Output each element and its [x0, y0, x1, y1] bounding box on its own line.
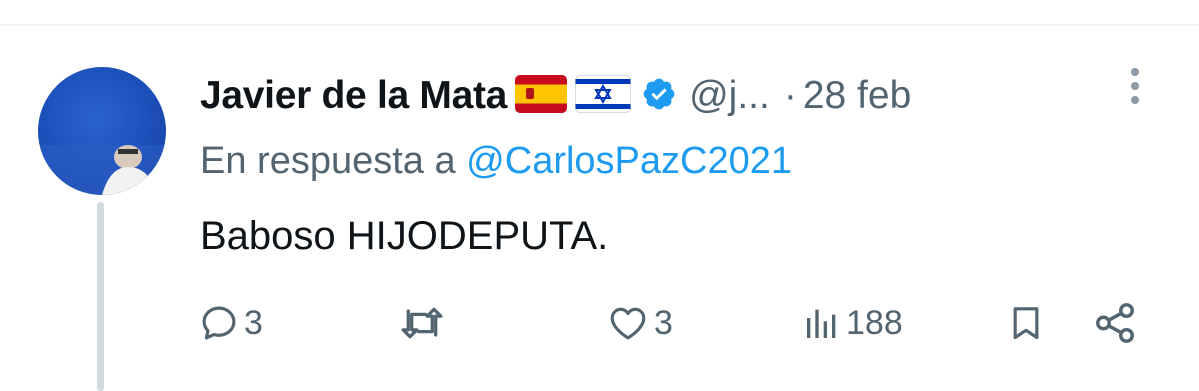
reply-button[interactable]: 3 [198, 297, 263, 349]
tweet-header: Javier de la Mata @j... · 28 feb [200, 66, 911, 126]
retweet-icon [398, 302, 446, 344]
reply-icon [198, 302, 240, 344]
like-count: 3 [654, 303, 673, 342]
reply-mention-link[interactable]: @CarlosPazC2021 [466, 140, 792, 182]
flag-spain-icon [515, 74, 568, 118]
views-icon [802, 303, 842, 343]
like-icon [606, 302, 650, 344]
more-vertical-icon[interactable] [1124, 66, 1146, 110]
avatar-photo [38, 145, 166, 195]
tweet-text: Baboso HIJODEPUTA. [200, 214, 609, 258]
tweet-date[interactable]: 28 feb [803, 74, 911, 118]
share-button[interactable] [1092, 297, 1138, 349]
bookmark-icon [1006, 301, 1046, 345]
separator-dot: · [783, 74, 797, 117]
verified-badge-icon[interactable] [641, 76, 677, 117]
reply-count: 3 [244, 303, 263, 342]
reply-prefix: En respuesta a [200, 140, 456, 182]
retweet-button[interactable] [398, 297, 450, 349]
views-count: 188 [846, 303, 903, 342]
author-name[interactable]: Javier de la Mata [200, 74, 507, 118]
bookmark-button[interactable] [1006, 297, 1046, 349]
reply-context: En respuesta a @CarlosPazC2021 [200, 140, 792, 183]
share-icon [1092, 300, 1138, 346]
author-handle[interactable]: @j... [689, 74, 770, 118]
thread-line [97, 202, 104, 391]
like-button[interactable]: 3 [606, 297, 673, 349]
avatar[interactable] [38, 67, 166, 195]
flag-israel-icon [575, 74, 632, 118]
views-button[interactable]: 188 [802, 297, 903, 349]
top-divider [0, 24, 1199, 26]
